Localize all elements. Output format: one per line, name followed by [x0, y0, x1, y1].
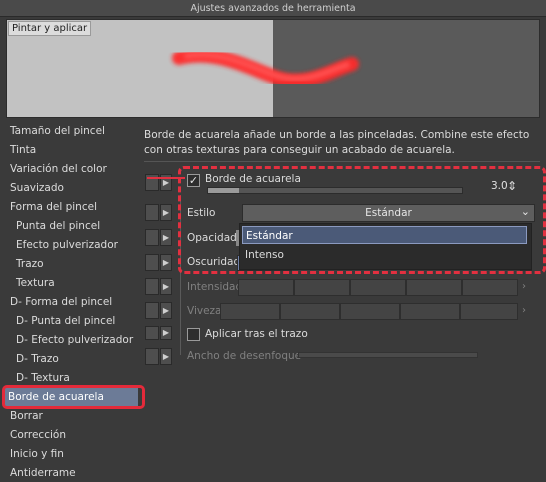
category-item[interactable]: Variación del color [4, 160, 138, 179]
show-in-palette-toggle[interactable] [145, 326, 159, 340]
category-description: Borde de acuarela añade un borde a las p… [144, 129, 530, 156]
expand-arrow-icon[interactable]: ▶ [160, 254, 172, 271]
vividness-label: Viveza [187, 305, 222, 317]
category-item[interactable]: Textura [4, 274, 138, 293]
category-item[interactable]: D- Efecto pulverizador [4, 331, 138, 350]
category-item[interactable]: Borrar [4, 407, 138, 426]
brush-preview: Pintar y aplicar [6, 19, 540, 118]
preview-label: Pintar y aplicar [8, 21, 92, 36]
intensity-arrow-icon[interactable]: › [522, 281, 526, 292]
show-in-palette-toggle[interactable] [145, 254, 159, 271]
expand-arrow-icon[interactable]: ▶ [160, 302, 172, 319]
expand-arrow-icon[interactable]: ▶ [160, 348, 172, 365]
category-item[interactable]: Inicio y fin [4, 445, 138, 464]
category-item[interactable]: Suavizado [4, 179, 138, 198]
category-item[interactable]: D- Trazo [4, 350, 138, 369]
expand-arrow-icon[interactable]: ▶ [160, 326, 172, 340]
show-in-palette-toggle[interactable] [145, 229, 159, 246]
intensity-label: Intensidad [187, 281, 243, 293]
blur-width-label: Ancho de desenfoque [187, 350, 302, 362]
divider [144, 161, 540, 162]
intensity-slider[interactable] [238, 279, 518, 296]
category-item[interactable]: Antiderrame [4, 464, 138, 482]
category-item[interactable]: Tamaño del pincel [4, 122, 138, 141]
expand-arrow-icon[interactable]: ▶ [160, 229, 172, 246]
category-item[interactable]: Tinta [4, 141, 138, 160]
vividness-arrow-icon[interactable]: › [522, 305, 526, 316]
category-item[interactable]: D- Punta del pincel [4, 312, 138, 331]
category-item[interactable]: Corrección [4, 426, 138, 445]
brush-stroke-sample [172, 48, 359, 88]
category-item[interactable]: Forma del pincel [4, 198, 138, 217]
show-in-palette-toggle[interactable] [145, 302, 159, 319]
annotation-pointer-line [147, 177, 185, 179]
window-title: Ajustes avanzados de herramienta [0, 0, 546, 17]
apply-after-stroke-label: Aplicar tras el trazo [205, 328, 308, 340]
show-in-palette-toggle[interactable] [145, 348, 159, 365]
show-in-palette-toggle[interactable] [145, 204, 159, 221]
vividness-slider[interactable] [220, 303, 518, 320]
category-item[interactable]: Trazo [4, 255, 138, 274]
category-item[interactable]: Efecto pulverizador [4, 236, 138, 255]
show-in-palette-toggle[interactable] [145, 278, 159, 295]
category-item[interactable]: Punta del pincel [4, 217, 138, 236]
expand-arrow-icon[interactable]: ▶ [160, 204, 172, 221]
expand-arrow-icon[interactable]: ▶ [160, 278, 172, 295]
blur-width-slider[interactable] [298, 352, 478, 358]
annotation-dashed-box [178, 166, 546, 274]
category-item[interactable]: D- Forma del pincel [4, 293, 138, 312]
apply-after-stroke-checkbox[interactable] [187, 328, 200, 341]
category-list: Tamaño del pincel Tinta Variación del co… [0, 120, 142, 482]
selected-category-highlight [2, 385, 145, 409]
